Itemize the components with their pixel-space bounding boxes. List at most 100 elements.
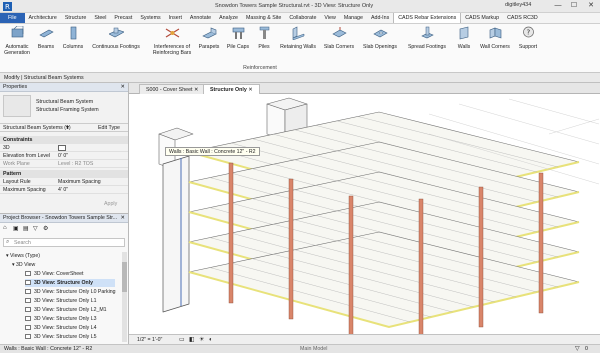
- pile-caps-button[interactable]: Pile Caps: [225, 26, 251, 50]
- tree-item-views[interactable]: ▾ Views (Type): [6, 252, 40, 260]
- continuous-footings-button[interactable]: Continuous Footings: [89, 26, 143, 50]
- tree-item-label: 3D View: Structure Only L4: [34, 325, 97, 331]
- structural-column[interactable]: [228, 162, 234, 304]
- home-icon[interactable]: ⌂: [3, 225, 7, 231]
- structural-column[interactable]: [418, 198, 424, 334]
- 3d-view-icon: [25, 298, 31, 303]
- wall-corners-button[interactable]: Wall Corners: [477, 26, 513, 50]
- continuous-footings-label: Continuous Footings: [92, 44, 140, 50]
- interferences-button[interactable]: Interferences of Reinforcing Bars: [146, 26, 198, 56]
- instance-selector[interactable]: Structural Beam Systems (1) ▾ Edit Type: [0, 123, 128, 132]
- tree-item-label: 3D View: Structure Only L3: [34, 316, 97, 322]
- floor-slabs: [188, 111, 580, 329]
- properties-title: Properties: [3, 84, 28, 90]
- 3d-checkbox[interactable]: [58, 145, 66, 151]
- tab-cads-rc3d[interactable]: CADS RC3D: [503, 13, 542, 23]
- chevron-down-icon[interactable]: ▾: [66, 124, 69, 131]
- beams-icon: [38, 29, 54, 38]
- tree-item-3d-view[interactable]: ▾ 3D View: [12, 261, 35, 269]
- retaining-walls-button[interactable]: Retaining Walls: [278, 26, 318, 50]
- tab-architecture[interactable]: Architecture: [25, 13, 61, 23]
- tree-item-structure-only-l3[interactable]: 3D View: Structure Only L3: [25, 315, 96, 323]
- revit-window: R Snowdon Towers Sample Structural.rvt -…: [0, 0, 600, 353]
- walls-label: Walls: [457, 44, 471, 50]
- tab-view[interactable]: View: [320, 13, 339, 23]
- tab-file[interactable]: File: [0, 13, 25, 23]
- scrollbar[interactable]: [122, 252, 127, 342]
- property-row: Work Plane Level : R2 TOS: [0, 160, 128, 168]
- tab-cads-rebar-extensions[interactable]: CADS Rebar Extensions: [393, 13, 462, 23]
- close-icon[interactable]: ✕: [194, 87, 198, 93]
- structural-column[interactable]: [538, 172, 544, 314]
- tab-add-ins[interactable]: Add-Ins: [367, 13, 393, 23]
- maximum-spacing-field[interactable]: 4' 0": [58, 186, 68, 194]
- maximize-button[interactable]: ☐: [567, 1, 581, 11]
- view-control-bar: 1/2" = 1'-0" ▭ ◧ ☀ ◐: [129, 334, 600, 344]
- piles-button[interactable]: Piles: [254, 26, 274, 50]
- tree-item-structure-only[interactable]: 3D View: Structure Only: [25, 279, 115, 287]
- settings-icon[interactable]: ⚙: [43, 225, 48, 232]
- svg-text:?: ?: [526, 29, 530, 37]
- parapets-button[interactable]: Parapets: [196, 26, 222, 50]
- 3d-view-icon: [25, 316, 31, 321]
- ribbon-panel: Automatic Generation Beams Columns Conti…: [0, 24, 600, 73]
- tab-systems[interactable]: Systems: [136, 13, 164, 23]
- minimize-button[interactable]: —: [551, 1, 565, 11]
- tree-item-structure-only-l1[interactable]: 3D View: Structure Only L1: [25, 297, 96, 305]
- tab-cover-sheet[interactable]: S000 - Cover Sheet ✕: [139, 84, 206, 94]
- columns-button[interactable]: Columns: [60, 26, 86, 50]
- spread-footings-button[interactable]: Spread Footings: [403, 26, 451, 50]
- filter-icon[interactable]: ▽: [575, 345, 580, 353]
- project-browser-title: Project Browser - Snowdon Towers Sample …: [3, 215, 118, 221]
- 3d-view-canvas[interactable]: [129, 94, 600, 334]
- close-icon[interactable]: ✕: [121, 214, 125, 223]
- tree-item-structure-only-l4[interactable]: 3D View: Structure Only L4: [25, 324, 96, 332]
- tree-item-structure-only-l2[interactable]: 3D View: Structure Only L2_M1: [25, 306, 107, 314]
- edit-type-button[interactable]: Edit Type: [98, 125, 120, 131]
- tab-structure-only[interactable]: Structure Only ✕: [203, 84, 260, 94]
- close-button[interactable]: ✕: [584, 1, 598, 11]
- tab-structure[interactable]: Structure: [61, 13, 91, 23]
- layout-rule-field[interactable]: Maximum Spacing: [58, 178, 101, 186]
- tab-cads-markup[interactable]: CADS Markup: [461, 13, 503, 23]
- close-icon[interactable]: ✕: [248, 87, 252, 93]
- structural-column[interactable]: [288, 178, 294, 320]
- elevation-field[interactable]: 0' 0": [58, 152, 68, 160]
- automatic-generation-button[interactable]: Automatic Generation: [2, 25, 32, 56]
- tab-analyze[interactable]: Analyze: [215, 13, 242, 23]
- sheet-icon[interactable]: ▤: [23, 225, 29, 232]
- support-button[interactable]: ? Support: [515, 26, 541, 50]
- tab-precast[interactable]: Precast: [110, 13, 136, 23]
- tab-annotate[interactable]: Annotate: [186, 13, 215, 23]
- retaining-walls-icon: [292, 26, 304, 41]
- pattern-category[interactable]: Pattern: [0, 170, 128, 178]
- user-name[interactable]: digitley434: [505, 2, 531, 8]
- tab-steel[interactable]: Steel: [90, 13, 110, 23]
- search-input[interactable]: ⌕ Search: [3, 238, 125, 247]
- filter-icon[interactable]: ▽: [33, 225, 38, 232]
- slab-openings-label: Slab Openings: [362, 44, 398, 50]
- tab-insert[interactable]: Insert: [165, 13, 186, 23]
- tree-item-structure-only-l0[interactable]: 3D View: Structure Only L0 Parking: [25, 288, 116, 296]
- slab-corners-button[interactable]: Slab Corners: [321, 26, 357, 50]
- view-icon[interactable]: ▣: [13, 225, 19, 232]
- apply-button[interactable]: Apply: [104, 201, 117, 207]
- scrollbar-thumb[interactable]: [122, 262, 127, 292]
- tree-item-label: 3D View: Structure Only L1: [34, 298, 97, 304]
- type-name-line1: Structural Beam System: [36, 99, 94, 105]
- structural-column[interactable]: [348, 195, 354, 334]
- tree-item-structure-only-l5[interactable]: 3D View: Structure Only L5: [25, 333, 96, 341]
- tab-massing-site[interactable]: Massing & Site: [242, 13, 285, 23]
- close-icon[interactable]: ✕: [121, 83, 125, 92]
- structural-column[interactable]: [478, 186, 484, 328]
- tab-manage[interactable]: Manage: [340, 13, 367, 23]
- slab-openings-button[interactable]: Slab Openings: [360, 26, 400, 50]
- active-model[interactable]: Main Model: [300, 345, 327, 353]
- property-row: Elevation from Level 0' 0": [0, 152, 128, 160]
- tab-collaborate[interactable]: Collaborate: [285, 13, 320, 23]
- piles-icon: [259, 26, 269, 39]
- tree-item-coversheet[interactable]: 3D View: CoverSheet: [25, 270, 84, 278]
- beams-button[interactable]: Beams: [36, 26, 56, 50]
- walls-button[interactable]: Walls: [454, 26, 474, 50]
- constraints-category[interactable]: Constraints: [0, 136, 128, 144]
